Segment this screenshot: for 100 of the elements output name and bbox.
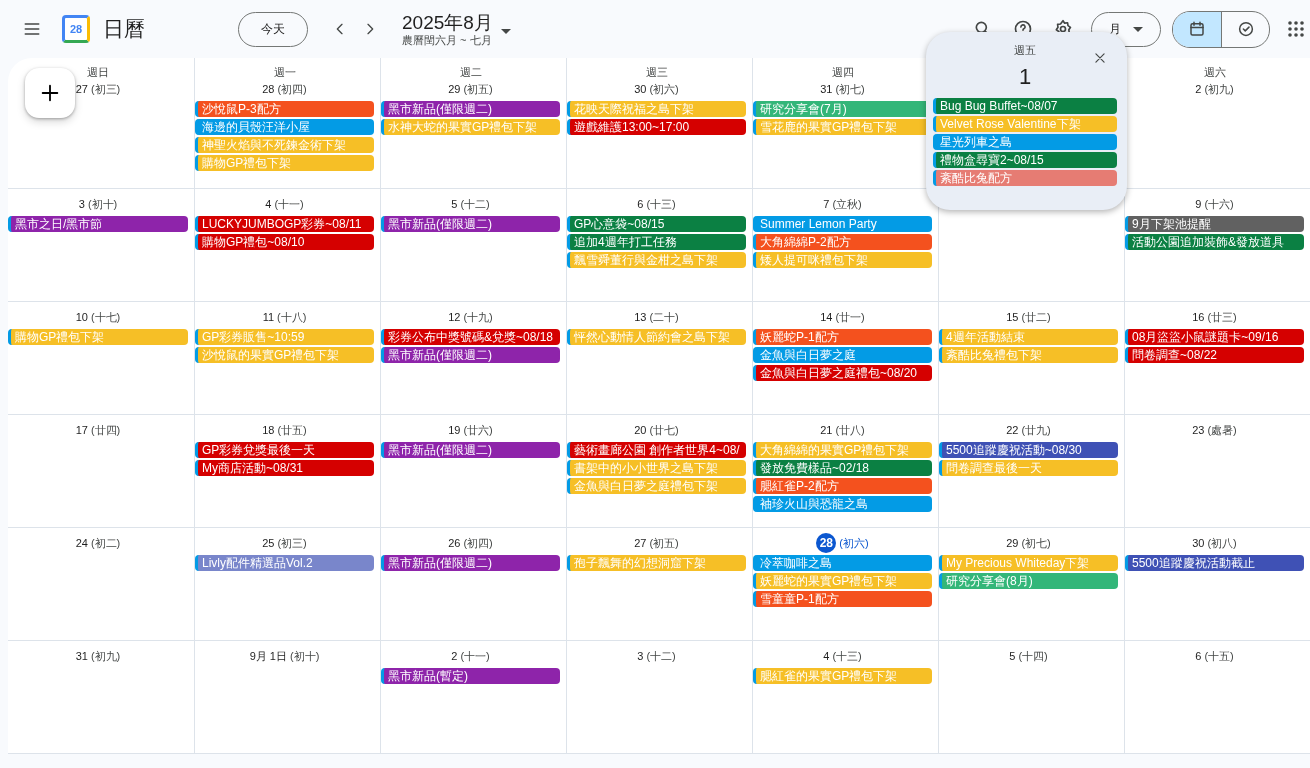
day-number[interactable]: 27 — [634, 534, 647, 552]
day-number[interactable]: 2 — [451, 647, 458, 665]
day-number[interactable]: 13 — [634, 308, 647, 326]
event-chip[interactable]: 購物GP禮包~08/10 — [195, 234, 374, 250]
event-chip[interactable]: 雪童童P-1配方 — [753, 591, 932, 607]
lunar-date: (初九) — [1204, 81, 1234, 97]
day-number[interactable]: 3 — [78, 195, 85, 213]
lunar-date: (初八) — [1207, 535, 1237, 551]
event-chip[interactable]: GP彩券兌獎最後一天 — [195, 442, 374, 458]
lunar-date: (十九) — [463, 309, 493, 325]
lunar-date: (初七) — [835, 81, 865, 97]
day-number[interactable]: 26 — [448, 534, 461, 552]
day-number[interactable]: 27 — [75, 80, 88, 98]
day-number[interactable]: 22 — [1006, 421, 1019, 439]
event-chip[interactable]: 禮物盒尋寶2~08/15 — [933, 152, 1117, 168]
day-number[interactable]: 11 — [262, 308, 275, 326]
lunar-date: (初七) — [1021, 535, 1051, 551]
day-number[interactable]: 30 — [634, 80, 647, 98]
day-number[interactable]: 7 — [823, 195, 830, 213]
caret-icon[interactable] — [500, 28, 511, 34]
apps-grid-icon — [1288, 21, 1304, 37]
lunar-date: (初九) — [90, 648, 121, 664]
calendar-view-button[interactable] — [1173, 11, 1221, 47]
event-chip[interactable]: 冷萃咖啡之島 — [753, 555, 932, 571]
event-chip[interactable]: GP心意袋~08/15 — [567, 216, 746, 232]
day-number[interactable]: 16 — [1192, 308, 1205, 326]
day-number[interactable]: 28 — [262, 80, 275, 98]
event-chip[interactable]: Summer Lemon Party — [753, 216, 932, 232]
event-chip[interactable]: 袖珍火山與恐龍之島 — [753, 496, 932, 512]
event-chip[interactable]: LUCKYJUMBOGP彩券~08/11 — [195, 216, 374, 232]
day-number[interactable]: 5 — [451, 195, 458, 213]
event-chip[interactable]: 08月盜盜小鼠謎題卡~09/16 — [1125, 329, 1304, 345]
event-chip[interactable]: 黑市新品(僅限週二) — [381, 555, 560, 571]
event-chip[interactable]: 追加4週年打工任務 — [567, 234, 746, 250]
lunar-date: (十六) — [1204, 196, 1234, 212]
event-chip[interactable]: 黑市新品(僅限週二) — [381, 101, 560, 117]
day-number[interactable]: 31 — [75, 647, 88, 665]
event-chip[interactable]: 5500追蹤慶祝活動截止 — [1125, 555, 1304, 571]
day-number[interactable]: 4 — [823, 647, 830, 665]
day-number[interactable]: 28 — [816, 533, 837, 553]
event-chip[interactable]: 黑市新品(僅限週二) — [381, 216, 560, 232]
lunar-date: (廿一) — [835, 309, 865, 325]
day-number[interactable]: 14 — [820, 308, 833, 326]
event-chip[interactable]: 黑市新品(僅限週二) — [381, 442, 560, 458]
lunar-date: (初二) — [90, 535, 121, 551]
event-chip[interactable]: 金魚與白日夢之庭禮包~08/20 — [753, 365, 932, 381]
day-number[interactable]: 31 — [820, 80, 833, 98]
lunar-date: (初六) — [839, 535, 869, 551]
event-chip[interactable]: 遊戲維護13:00~17:00 — [567, 119, 746, 135]
event-chip[interactable]: My商店活動~08/31 — [195, 460, 374, 476]
event-chip[interactable]: 5500追蹤慶祝活動~08/30 — [939, 442, 1118, 458]
event-chip[interactable]: 腮紅雀P-2配方 — [753, 478, 932, 494]
day-number[interactable]: 17 — [75, 421, 88, 439]
lunar-date: (廿六) — [463, 422, 493, 438]
event-chip[interactable]: 沙悅鼠P-3配方 — [195, 101, 374, 117]
event-chip[interactable]: 星光列車之島 — [933, 134, 1117, 150]
day-number[interactable]: 9 — [1195, 195, 1202, 213]
day-number[interactable]: 24 — [75, 534, 88, 552]
day-number[interactable]: 5 — [1009, 647, 1016, 665]
day-number[interactable]: 2 — [1195, 80, 1202, 98]
weekday-label: 週六 — [1203, 65, 1226, 80]
create-button[interactable] — [25, 68, 75, 118]
day-number[interactable]: 29 — [1006, 534, 1019, 552]
event-chip[interactable]: 妖麗蛇P-1配方 — [753, 329, 932, 345]
event-chip[interactable]: 藝術畫廊公園 創作者世界4~08/ — [567, 442, 746, 458]
day-number[interactable]: 21 — [820, 421, 833, 439]
day-number[interactable]: 23 — [1192, 421, 1205, 439]
day-number[interactable]: 4 — [265, 195, 272, 213]
event-chip[interactable]: 黑市新品(暫定) — [381, 668, 560, 684]
day-number[interactable]: 30 — [1192, 534, 1205, 552]
event-chip[interactable]: 黑市新品(僅限週二) — [381, 347, 560, 363]
lunar-subtitle: 農曆閏六月 ~ 七月 — [402, 33, 493, 47]
day-number[interactable]: 15 — [1006, 308, 1019, 326]
event-chip[interactable]: Bug Bug Buffet~08/07 — [933, 98, 1117, 114]
day-number[interactable]: 3 — [637, 647, 644, 665]
day-number[interactable]: 6 — [1195, 647, 1202, 665]
event-chip[interactable]: 活動公園追加裝飾&發放道具 — [1125, 234, 1304, 250]
day-number[interactable]: 25 — [262, 534, 275, 552]
event-chip[interactable]: 9月下架池提醒 — [1125, 216, 1304, 232]
day-number[interactable]: 12 — [448, 308, 461, 326]
event-chip[interactable]: 黑市之日/黑市節 — [8, 216, 188, 232]
day-number[interactable]: 10 — [75, 308, 88, 326]
event-chip[interactable]: 發放免費樣品~02/18 — [753, 460, 932, 476]
day-number[interactable]: 18 — [262, 421, 275, 439]
day-number[interactable]: 20 — [634, 421, 647, 439]
day-number[interactable]: 9月 1日 — [249, 647, 287, 665]
weekday-label: 週四 — [831, 65, 854, 80]
day-number[interactable]: 6 — [637, 195, 644, 213]
day-number[interactable]: 29 — [448, 80, 461, 98]
event-chip[interactable]: Livly配件精選品Vol.2 — [195, 555, 374, 571]
lunar-date: (廿九) — [1021, 422, 1051, 438]
app-logo: 28 — [62, 15, 90, 43]
day-number[interactable]: 19 — [448, 421, 461, 439]
event-chip[interactable]: 海邊的貝殼汪洋小屋 — [195, 119, 374, 135]
event-chip[interactable]: 問卷調查~08/22 — [1125, 347, 1304, 363]
event-chip[interactable]: 彩券公布中獎號碼&兌獎~08/18 — [381, 329, 560, 345]
event-chip[interactable]: 金魚與白日夢之庭 — [753, 347, 932, 363]
event-chip[interactable]: 紊酷比兔配方 — [933, 170, 1117, 186]
event-chip[interactable]: 大角綿綿P-2配方 — [753, 234, 932, 250]
check-circle-icon — [1236, 20, 1255, 38]
